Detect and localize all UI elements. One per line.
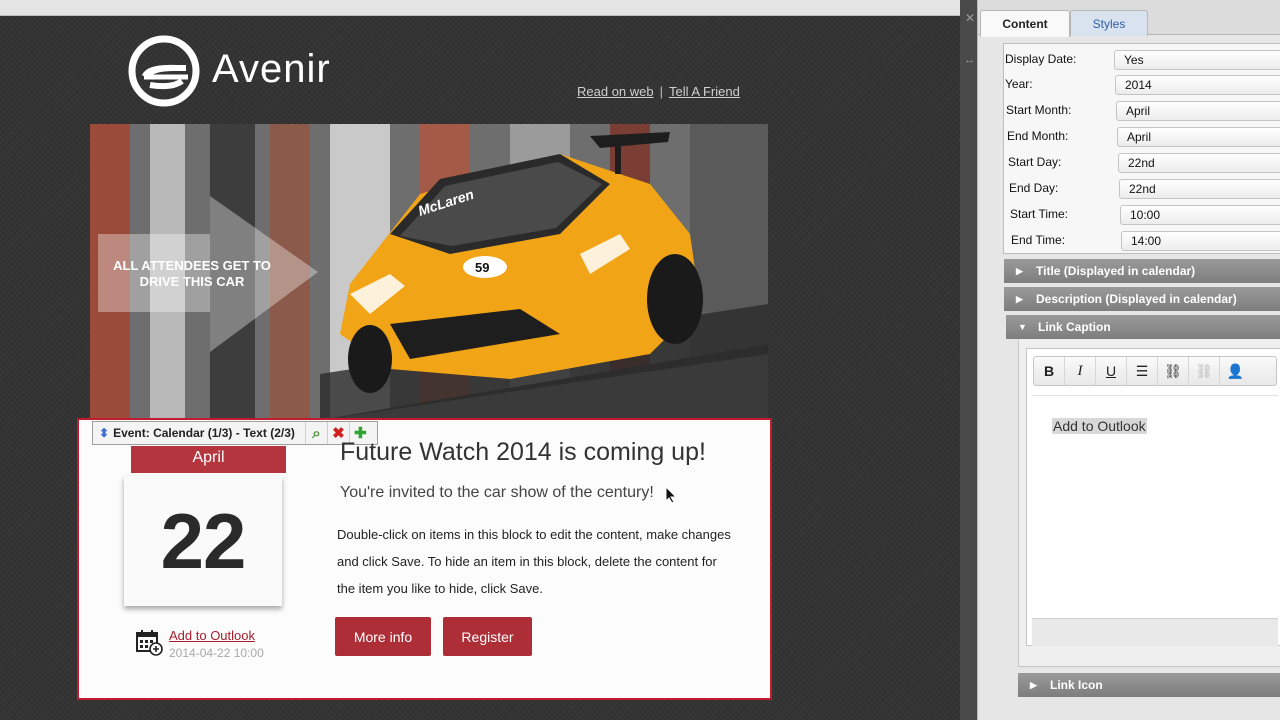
calendar-day: 22 <box>160 497 247 585</box>
section-label: Title (Displayed in calendar) <box>1036 264 1196 278</box>
section-link-icon[interactable]: ▶ Link Icon <box>1018 673 1280 697</box>
brand-name: Avenir <box>212 47 331 91</box>
field-label: End Time: <box>1011 233 1066 247</box>
properties-panel: Content Styles Display Date: Yes Year: 2… <box>977 0 1280 720</box>
move-arrows-icon[interactable]: ⬍ <box>99 426 109 440</box>
underline-icon[interactable]: U <box>1096 357 1127 385</box>
calendar-add-icon[interactable] <box>135 628 163 656</box>
field-row-year: Year: 2014 <box>1004 72 1280 97</box>
resize-handle-icon[interactable]: ↔ <box>964 54 975 66</box>
display-date-select[interactable]: Yes <box>1114 50 1280 70</box>
read-on-web-link[interactable]: Read on web <box>577 84 654 99</box>
italic-icon[interactable]: I <box>1065 357 1096 385</box>
register-button[interactable]: Register <box>443 617 532 656</box>
section-label: Description (Displayed in calendar) <box>1036 292 1237 306</box>
start-day-select[interactable]: 22nd <box>1118 153 1280 173</box>
editor-toolbar: B I U ☰ ⛓ ⛓ 👤 <box>1033 356 1277 386</box>
tab-styles[interactable]: Styles <box>1070 10 1148 36</box>
avenir-logo-icon <box>128 35 200 107</box>
year-select[interactable]: 2014 <box>1115 75 1280 95</box>
close-icon[interactable]: ✕ <box>965 12 975 24</box>
event-subtitle[interactable]: You're invited to the car show of the ce… <box>340 484 654 502</box>
field-row-display-date: Display Date: Yes <box>1004 47 1280 72</box>
field-row-start-day: Start Day: 22nd <box>1004 150 1280 175</box>
block-label: Event: Calendar (1/3) - Text (2/3) <box>113 426 295 440</box>
field-label: Start Month: <box>1006 103 1072 117</box>
link-icon[interactable]: ⛓ <box>1158 357 1189 385</box>
panel-tabs: Content Styles <box>978 0 1280 37</box>
section-label: Link Caption <box>1038 320 1111 334</box>
tab-content[interactable]: Content <box>980 10 1070 37</box>
field-label: Year: <box>1005 77 1033 91</box>
field-label: End Month: <box>1007 129 1069 143</box>
more-info-button[interactable]: More info <box>335 617 431 656</box>
block-toolbar[interactable]: ⬍ Event: Calendar (1/3) - Text (2/3) ⌕ ✖… <box>92 421 378 445</box>
email-top-links: Read on web | Tell A Friend <box>577 84 740 99</box>
event-datetime: 2014-04-22 10:00 <box>169 646 264 660</box>
editor-content-area[interactable]: Add to Outlook <box>1032 395 1278 618</box>
editor-text[interactable]: Add to Outlook <box>1052 418 1147 434</box>
expand-triangle-icon: ▶ <box>1016 265 1023 276</box>
date-fields: Display Date: Yes Year: 2014 Start Month… <box>1003 43 1280 254</box>
end-time-select[interactable]: 14:00 <box>1121 231 1280 251</box>
section-link-caption[interactable]: ▼ Link Caption <box>1006 315 1280 339</box>
field-label: Start Day: <box>1008 155 1062 169</box>
mouse-cursor-icon <box>665 486 677 504</box>
calendar-card: 22 <box>124 476 282 606</box>
collapse-triangle-icon: ▼ <box>1018 322 1027 332</box>
bullet-list-icon[interactable]: ☰ <box>1127 357 1158 385</box>
hero-caption: ALL ATTENDEES GET TO DRIVE THIS CAR <box>113 258 271 289</box>
section-label: Link Icon <box>1050 678 1103 692</box>
field-label: Start Time: <box>1010 207 1069 221</box>
field-row-start-time: Start Time: 10:00 <box>1004 202 1280 227</box>
event-title[interactable]: Future Watch 2014 is coming up! <box>340 438 706 467</box>
expand-triangle-icon: ▶ <box>1016 293 1023 304</box>
field-row-end-time: End Time: 14:00 <box>1004 228 1280 253</box>
bold-icon[interactable]: B <box>1034 357 1065 385</box>
editor-status-bar <box>1032 618 1278 646</box>
field-label: Display Date: <box>1005 52 1077 66</box>
start-time-select[interactable]: 10:00 <box>1120 205 1280 225</box>
car-number: 59 <box>475 260 489 275</box>
unlink-icon[interactable]: ⛓ <box>1189 357 1220 385</box>
field-label: End Day: <box>1009 181 1059 195</box>
section-title-calendar[interactable]: ▶ Title (Displayed in calendar) <box>1004 259 1280 283</box>
section-description-calendar[interactable]: ▶ Description (Displayed in calendar) <box>1004 287 1280 311</box>
add-to-outlook-link[interactable]: Add to Outlook <box>169 628 255 643</box>
calendar-month: April <box>131 446 286 473</box>
link-separator: | <box>659 84 664 99</box>
expand-triangle-icon: ▶ <box>1030 679 1037 690</box>
personalize-icon[interactable]: 👤 <box>1220 357 1251 385</box>
field-row-end-month: End Month: April <box>1004 124 1280 149</box>
event-description[interactable]: Double-click on items in this block to e… <box>337 521 732 602</box>
rich-text-editor: B I U ☰ ⛓ ⛓ 👤 Add to Outlook <box>1026 348 1280 646</box>
start-month-select[interactable]: April <box>1116 101 1280 121</box>
field-row-end-day: End Day: 22nd <box>1004 176 1280 201</box>
tell-a-friend-link[interactable]: Tell A Friend <box>669 84 740 99</box>
field-row-start-month: Start Month: April <box>1004 98 1280 123</box>
end-day-select[interactable]: 22nd <box>1119 179 1280 199</box>
zoom-icon[interactable]: ⌕ <box>304 422 327 444</box>
top-strip <box>0 0 960 16</box>
end-month-select[interactable]: April <box>1117 127 1280 147</box>
